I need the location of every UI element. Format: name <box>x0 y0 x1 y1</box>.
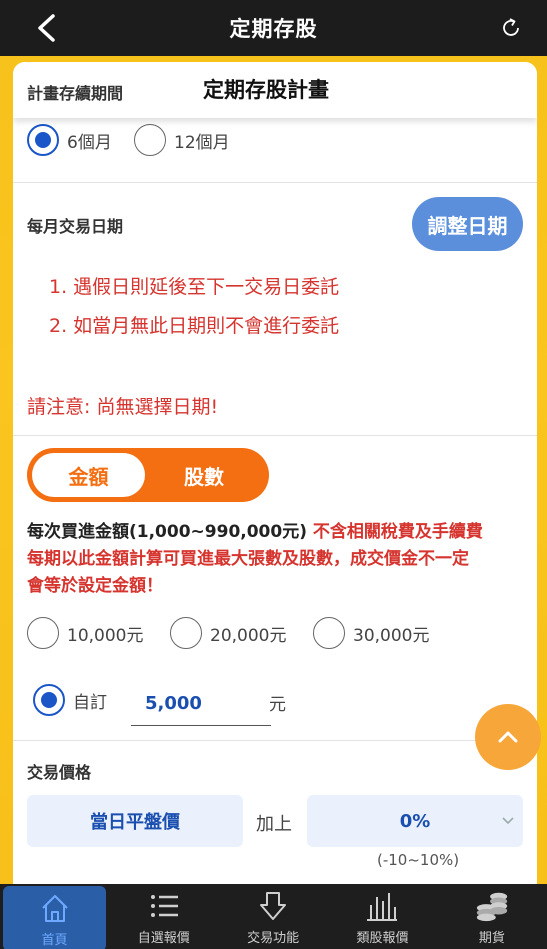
amount-option-label: 30,000元 <box>353 625 430 646</box>
price-offset-value: 0% <box>399 810 431 832</box>
adjust-date-button[interactable]: 調整日期 <box>412 197 523 251</box>
divider <box>13 740 537 741</box>
offset-range-hint: (-10~10%) <box>377 851 460 869</box>
bottom-nav: 首頁 自選報價 交易功能 類股報價 期貨 <box>0 884 547 949</box>
price-base-select[interactable]: 當日平盤價 <box>27 795 243 847</box>
nav-label: 自選報價 <box>137 931 190 946</box>
price-offset-select[interactable]: 0% <box>307 795 523 847</box>
divider <box>13 182 537 183</box>
amount-note-line: 每期以此金額計算可買進最大張數及股數，成交價金不一定 <box>27 549 469 569</box>
bar-chart-icon <box>367 893 398 921</box>
radio-button[interactable] <box>134 124 166 156</box>
fee-note: 不含相關稅費及手續費 <box>307 522 483 542</box>
nav-sector-quotes[interactable]: 類股報價 <box>328 884 437 949</box>
nav-home[interactable]: 首頁 <box>3 886 106 949</box>
card-header: 計畫存續期間 定期存股計畫 <box>13 62 537 118</box>
radio-button[interactable] <box>33 684 65 716</box>
page-title: 定期存股 <box>229 17 318 41</box>
note-item: 1. 遇假日則延後至下一交易日委託 <box>49 276 340 298</box>
period-option-label: 6個月 <box>67 132 112 153</box>
plan-card: 計畫存續期間 定期存股計畫 6個月 12個月 每月交易日期 調整日期 1. 遇假… <box>13 62 537 884</box>
trade-price-label: 交易價格 <box>27 763 92 782</box>
chevron-down-icon <box>502 817 514 825</box>
top-nav-bar: 定期存股 <box>0 0 547 56</box>
coins-icon <box>476 892 508 922</box>
period-option-12m[interactable]: 12個月 <box>134 124 230 156</box>
custom-amount-input[interactable]: 5,000 <box>131 684 271 726</box>
chevron-left-icon <box>38 14 55 42</box>
period-option-6m[interactable]: 6個月 <box>27 124 112 156</box>
plan-title: 定期存股計畫 <box>203 78 329 102</box>
home-icon <box>41 895 68 922</box>
nav-watchlist[interactable]: 自選報價 <box>109 884 218 949</box>
trade-icon <box>260 892 287 920</box>
scroll-top-button[interactable] <box>475 704 541 770</box>
radio-button[interactable] <box>313 617 345 649</box>
custom-amount-option[interactable]: 自訂 <box>33 684 107 716</box>
amount-option[interactable]: 10,000元 <box>27 617 143 649</box>
toggle-shares[interactable]: 股數 <box>145 453 263 497</box>
refresh-icon <box>503 18 519 36</box>
amount-option-label: 20,000元 <box>210 625 287 646</box>
monthly-date-label: 每月交易日期 <box>27 217 124 236</box>
nav-label: 首頁 <box>41 933 68 948</box>
amount-description: 每次買進金額(1,000~990,000元) 不含相關稅費及手續費 <box>27 517 483 542</box>
divider <box>13 435 537 436</box>
back-button[interactable] <box>28 10 64 46</box>
radio-button[interactable] <box>27 124 59 156</box>
amount-option-label: 10,000元 <box>67 625 144 646</box>
radio-button[interactable] <box>170 617 202 649</box>
nav-label: 交易功能 <box>247 931 300 946</box>
nav-label: 期貨 <box>478 931 505 946</box>
nav-trade[interactable]: 交易功能 <box>218 884 327 949</box>
custom-label: 自訂 <box>73 692 107 713</box>
period-option-label: 12個月 <box>174 132 230 153</box>
nav-label: 類股報價 <box>356 931 409 946</box>
amount-range-text: 每次買進金額(1,000~990,000元) <box>27 522 307 542</box>
toggle-amount[interactable]: 金額 <box>32 453 145 497</box>
list-icon <box>150 895 178 917</box>
plus-label: 加上 <box>256 814 292 835</box>
chevron-up-icon <box>498 731 518 743</box>
custom-unit: 元 <box>269 695 286 715</box>
amount-option[interactable]: 20,000元 <box>170 617 286 649</box>
note-item: 2. 如當月無此日期則不會進行委託 <box>49 315 340 337</box>
amount-shares-toggle[interactable]: 金額 股數 <box>27 448 269 502</box>
radio-button[interactable] <box>27 617 59 649</box>
period-section-label: 計畫存續期間 <box>27 84 124 103</box>
amount-note-line: 會等於設定金額！ <box>27 576 163 596</box>
no-date-warning: 請注意: 尚無選擇日期! <box>27 396 219 418</box>
nav-futures[interactable]: 期貨 <box>437 884 546 949</box>
refresh-button[interactable] <box>495 12 527 44</box>
amount-option[interactable]: 30,000元 <box>313 617 429 649</box>
